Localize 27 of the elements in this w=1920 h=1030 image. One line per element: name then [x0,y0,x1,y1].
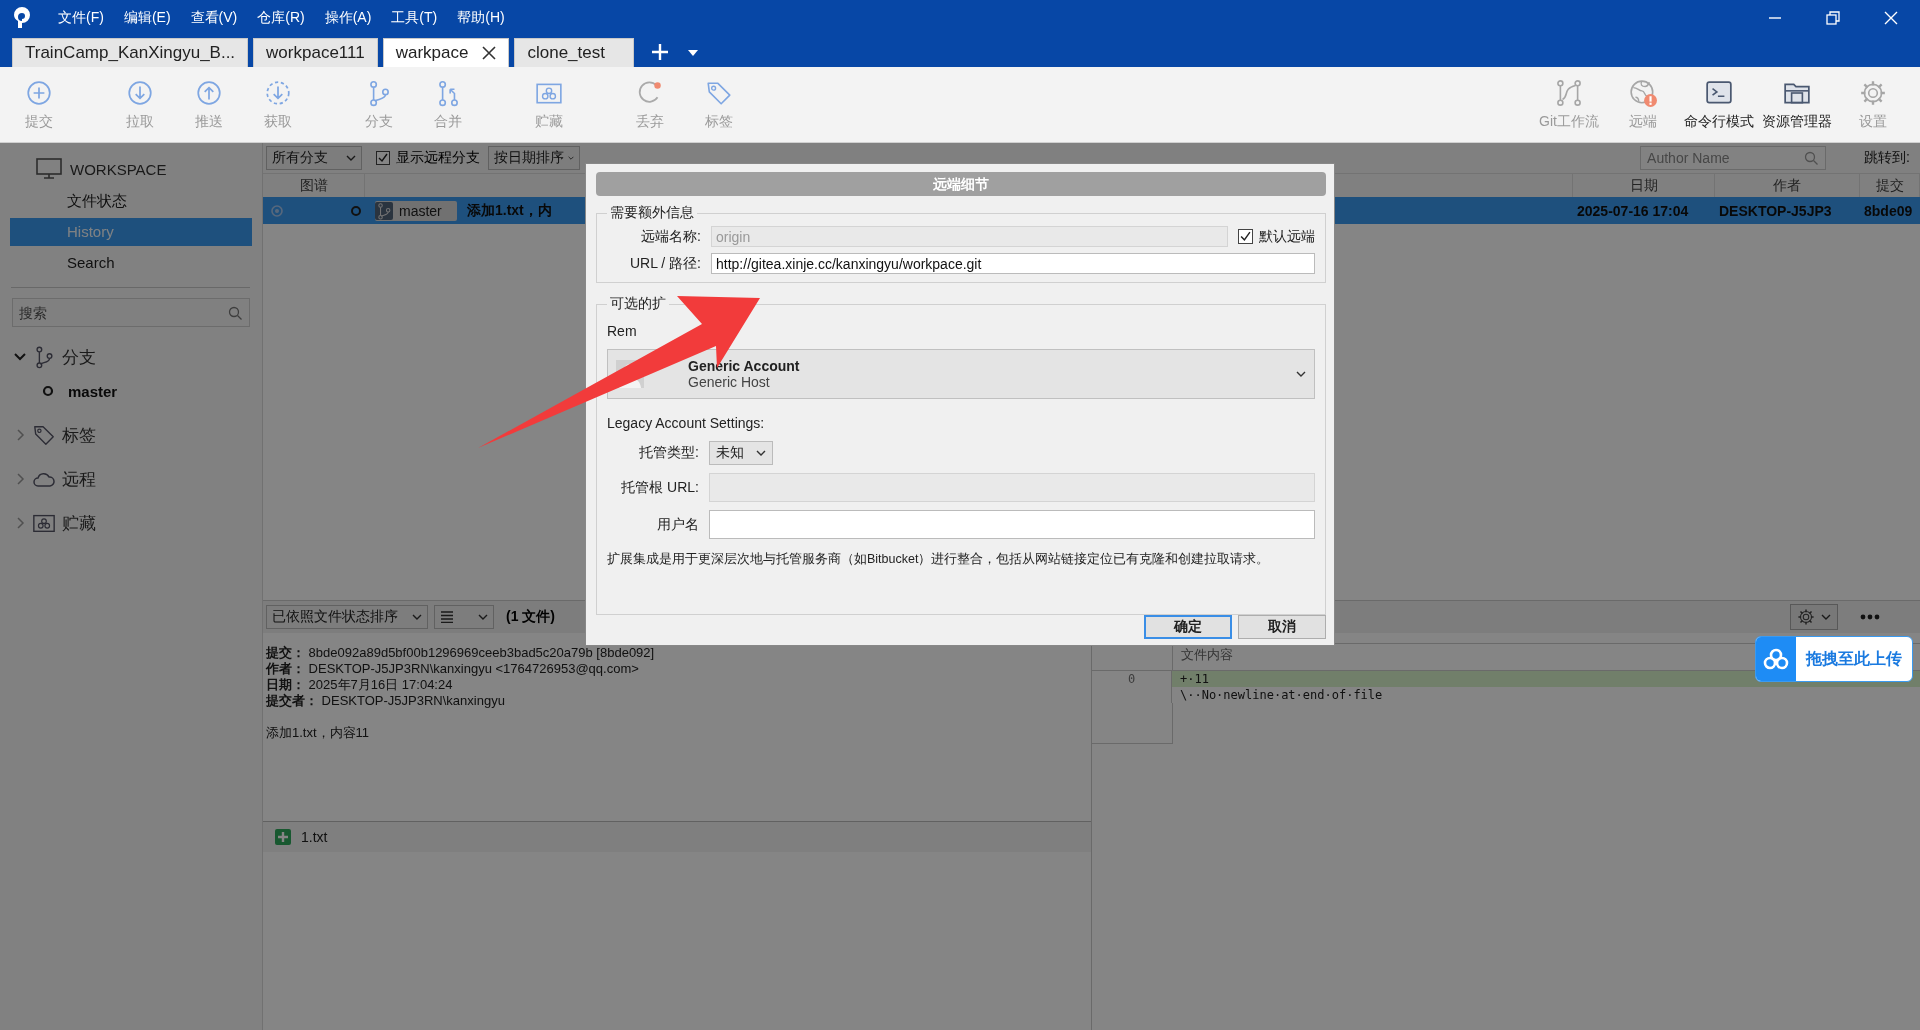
field-label: 托管根 URL: [620,478,699,497]
field-label: 托管类型: [638,444,699,462]
diff-line: \··No·newline·at·end·of·file [1179,687,1384,703]
help-text: 扩展集成是用于更深层次地与托管服务商（如Bitbucket）进行整合，包括从网站链接定位已有克隆和创建拉取请求。 [607,551,1271,568]
commit-date: 2025-07-16 17:04 [1576,202,1690,219]
dialog-title: 远端细节 [596,172,1326,196]
commit-detail: 提交： 8bde092a89d5bf00b1296969ceeb3bad5c20a79b [8bde092] [266,645,656,661]
field-label: URL / 路径: [628,254,701,273]
commit-detail: 作者： DESKTOP-J5JP3RN\kanxingyu <1764726953@qq.com> [266,661,640,677]
section-title: Legacy Account Settings: [607,415,766,431]
commit-message: 添加1.txt，内 [467,201,552,220]
checkbox-label: 默认远端 [1259,227,1315,246]
commit-message: 添加1.txt，内容11 [266,725,371,741]
commit-detail: 提交者： DESKTOP-J5JP3RN\kanxingyu [266,693,506,709]
jump-to-label: 跳转到: [1864,149,1910,167]
field-label: 用户名 [656,515,699,534]
checkbox-label: 显示远程分支 [396,149,480,167]
commit-author: DESKTOP-J5JP3 [1718,202,1833,219]
file-count: (1 文件) [506,608,555,626]
field-label: Rem [607,323,637,339]
commit-hash: 8bde09 [1863,202,1914,219]
group-title: 可选的扩 [609,295,667,313]
group-title: 需要额外信息 [609,204,695,222]
field-label: 远端名称: [640,227,701,246]
commit-detail: 日期： 2025年7月16日 17:04:24 [266,677,454,693]
branch-label: master [375,200,457,221]
workspace-title: WORKSPACE [70,160,167,178]
